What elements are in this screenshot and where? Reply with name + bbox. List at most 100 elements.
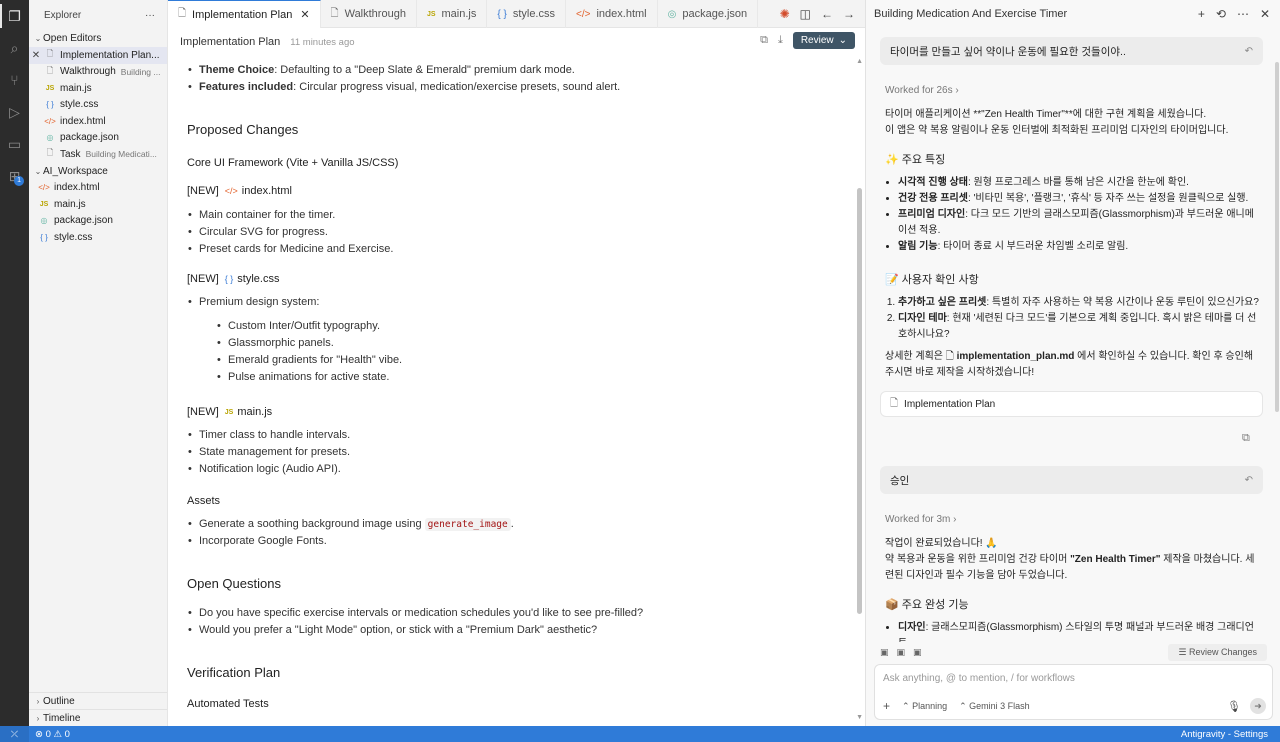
index-file-link[interactable]: index.html	[242, 185, 292, 197]
more-actions-icon[interactable]: ···	[145, 10, 155, 21]
confirm-list: 추가하고 싶은 프리셋: 특별히 자주 사용하는 약 복용 시간이나 운동 루틴…	[885, 295, 1260, 343]
review-button[interactable]: Review ⌄	[792, 32, 855, 49]
explorer-icon[interactable]: ❐	[0, 0, 29, 32]
editor-tab[interactable]: 🗋 Walkthrough	[321, 0, 417, 28]
copy-icon[interactable]: ⧉	[760, 34, 768, 47]
explorer-sidebar: Explorer ··· ⌄ Open Editors ✕ 🗋 Implementa…	[29, 0, 168, 726]
status-bar: ⤫ ⊗ 0 ⚠ 0 Antigravity - Settings	[0, 726, 1280, 742]
more-icon[interactable]: ⋯	[1237, 7, 1249, 21]
document-time: 11 minutes ago	[290, 36, 355, 48]
review-label: Review	[800, 35, 834, 46]
plus-icon[interactable]: +	[1198, 7, 1205, 21]
workspace-file-item[interactable]: { } style.css	[29, 229, 167, 246]
done-features-title: 📦 주요 완성 기능	[885, 599, 969, 611]
search-icon[interactable]: ⌕	[0, 32, 29, 64]
file-chip-icon[interactable]: ▣	[897, 647, 906, 658]
open-editor-item[interactable]: ✕ 🗋 Implementation Plan...	[29, 47, 167, 64]
list-item: 디자인 테마: 현재 '세련된 다크 모드'를 기본으로 계획 중입니다. 혹시…	[898, 311, 1260, 343]
problems-indicator[interactable]: ⊗ 0 ⚠ 0	[35, 729, 70, 740]
editor-tab[interactable]: </> index.html	[566, 0, 658, 28]
document-icon: 🗋	[890, 397, 899, 409]
css-file-icon: { }	[224, 274, 234, 284]
run-debug-icon[interactable]: ▷	[0, 96, 29, 128]
extensions-icon[interactable]: ⊞ 1	[0, 160, 29, 192]
open-editor-item[interactable]: { } style.css	[29, 97, 167, 114]
workspace-file-item[interactable]: ◎ package.json	[29, 213, 167, 230]
scroll-down-icon[interactable]: ▼	[856, 714, 863, 721]
close-icon[interactable]: ✕	[1260, 7, 1270, 21]
worked-duration[interactable]: Worked for 26s ›	[885, 85, 959, 96]
main-items: Timer class to handle intervals.State ma…	[187, 427, 847, 478]
plan-file-link[interactable]: implementation_plan.md	[957, 351, 1075, 362]
file-chip-icon[interactable]: ▣	[880, 647, 889, 658]
panel-scrollbar[interactable]	[1275, 62, 1279, 412]
editor-tools: ⧉ ⤓ Review ⌄	[760, 32, 855, 49]
remote-explorer-icon[interactable]: ▭	[0, 128, 29, 160]
outline-section[interactable]: › Outline	[29, 692, 167, 709]
activity-bar: ❐ ⌕ ⑂ ▷ ▭ ⊞ 1	[0, 0, 29, 726]
document-title: Implementation Plan	[180, 36, 281, 48]
editor-tab[interactable]: { } style.css	[487, 0, 566, 28]
file-chip-icon[interactable]: ▣	[913, 647, 922, 658]
undo-icon[interactable]: ↶	[1245, 475, 1253, 486]
worked-duration[interactable]: Worked for 3m ›	[885, 514, 957, 525]
workspace-file-item[interactable]: </> index.html	[29, 180, 167, 197]
document-icon: 🗋	[46, 65, 54, 75]
editor-tab[interactable]: JS main.js	[417, 0, 488, 28]
list-item: Main container for the timer.	[187, 207, 847, 224]
heading-assets: Assets	[187, 495, 221, 507]
microphone-icon[interactable]: 🎙	[1227, 700, 1241, 713]
sparkle-icon[interactable]: ✺	[780, 7, 790, 21]
implementation-plan-chip[interactable]: 🗋 Implementation Plan	[880, 391, 1263, 417]
forward-arrow-icon[interactable]: →	[843, 7, 855, 21]
input-actions: 🎙 ➜	[1227, 698, 1266, 714]
main-file-link[interactable]: main.js	[237, 406, 272, 418]
history-icon[interactable]: ⟲	[1216, 7, 1226, 21]
close-icon[interactable]: ✕	[29, 50, 43, 61]
open-editors-section[interactable]: ⌄ Open Editors	[29, 30, 167, 47]
scroll-up-icon[interactable]: ▲	[856, 58, 863, 65]
document-icon: 🗋	[46, 49, 54, 59]
editor-tab[interactable]: ◎ package.json	[658, 0, 759, 28]
list-item: 시각적 진행 상태: 원형 프로그레스 바를 통해 남은 시간을 한눈에 확인.	[898, 175, 1260, 191]
style-items: Premium design system:	[187, 294, 847, 311]
js-file-icon: JS	[426, 10, 436, 18]
editor-scrollbar[interactable]	[857, 188, 862, 614]
chat-input[interactable]	[883, 673, 1263, 684]
workspace-label: AI_Workspace	[43, 165, 108, 177]
code-inline: generate_image	[424, 518, 511, 531]
list-item: Features included: Circular progress vis…	[187, 79, 847, 96]
open-editor-item[interactable]: </> index.html	[29, 113, 167, 130]
editor-tab[interactable]: 🗋 Implementation Plan ✕	[168, 0, 321, 28]
style-file-link[interactable]: style.css	[237, 273, 279, 285]
workspace-file-item[interactable]: JS main.js	[29, 196, 167, 213]
send-icon[interactable]: ➜	[1250, 698, 1266, 714]
open-editor-item[interactable]: ◎ package.json	[29, 130, 167, 147]
tab-actions: ✺ ◫ ← →	[780, 0, 865, 27]
open-editor-item[interactable]: 🗋 Walkthrough Building ...	[29, 64, 167, 81]
list-item: Custom Inter/Outfit typography.	[216, 318, 847, 335]
model-selector[interactable]: ⌃ Gemini 3 Flash	[959, 701, 1030, 712]
source-control-icon[interactable]: ⑂	[0, 64, 29, 96]
chevron-down-icon: ⌄	[34, 34, 42, 43]
mode-selector[interactable]: ⌃ Planning	[902, 701, 947, 712]
list-item: Would you prefer a "Light Mode" option, …	[187, 622, 847, 639]
list-item: 건강 전용 프리셋: '비타민 복용', '플랭크', '휴식' 등 자주 쓰는…	[898, 191, 1260, 207]
undo-icon[interactable]: ↶	[1245, 46, 1253, 57]
list-item: Circular SVG for progress.	[187, 224, 847, 241]
extensions-badge: 1	[14, 176, 24, 186]
close-icon[interactable]: ✕	[300, 8, 309, 21]
download-icon[interactable]: ⤓	[778, 34, 783, 47]
review-changes-button[interactable]: ☰ Review Changes	[1168, 643, 1267, 661]
open-editor-item[interactable]: JS main.js	[29, 80, 167, 97]
copy-icon[interactable]: ⧉	[1242, 432, 1250, 445]
status-settings[interactable]: Antigravity - Settings	[1181, 729, 1280, 740]
open-editor-item[interactable]: 🗋 Task Building Medicati...	[29, 146, 167, 163]
timeline-section[interactable]: › Timeline	[29, 709, 167, 726]
back-arrow-icon[interactable]: ←	[821, 7, 833, 21]
split-editor-icon[interactable]: ◫	[800, 7, 811, 21]
user-message: 승인 ↶	[880, 466, 1263, 494]
remote-icon[interactable]: ⤫	[0, 726, 29, 742]
add-context-icon[interactable]: +	[883, 699, 890, 713]
workspace-section[interactable]: ⌄ AI_Workspace	[29, 163, 167, 180]
